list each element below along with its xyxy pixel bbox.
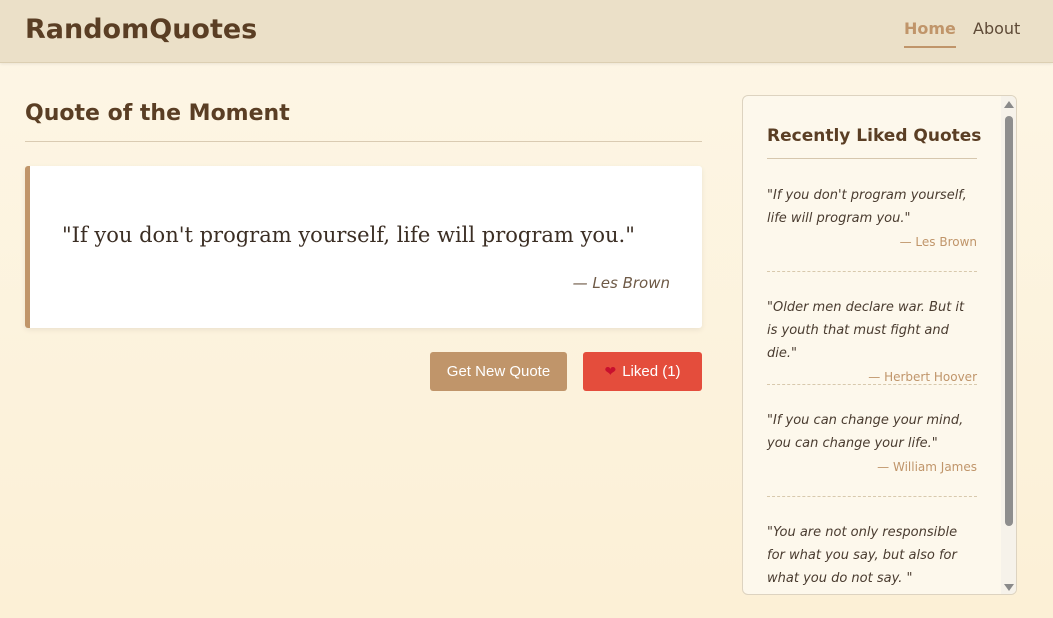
list-item: "If you can change your mind, you can ch… <box>767 409 977 474</box>
sidebar-title: Recently Liked Quotes <box>767 126 982 146</box>
liked-quote-text: "If you can change your mind, you can ch… <box>767 413 964 451</box>
get-new-quote-label: Get New Quote <box>446 363 551 380</box>
item-divider <box>767 496 977 497</box>
liked-quote-text: "You are not only responsible for what y… <box>767 525 958 586</box>
list-item: "If you don't program yourself, life wil… <box>767 184 977 249</box>
liked-quote-author: — Les Brown <box>899 235 977 249</box>
nav-about-link[interactable]: About <box>973 19 1020 38</box>
heart-icon: ❤ <box>604 363 617 379</box>
scroll-down-arrow-icon[interactable] <box>1004 584 1014 591</box>
title-divider <box>25 141 702 142</box>
liked-quote-author: — Herbert Hoover <box>868 370 977 384</box>
top-header: RandomQuotes Home About <box>0 0 1053 63</box>
page-title: Quote of the Moment <box>25 101 290 126</box>
liked-button[interactable]: ❤ Liked (1) <box>583 352 702 391</box>
scrollbar-thumb[interactable] <box>1005 116 1013 526</box>
liked-quote-text: "If you don't program yourself, life wil… <box>767 188 967 226</box>
quote-card: "If you don't program yourself, life wil… <box>25 166 702 328</box>
liked-quote-author: — William James <box>877 460 977 474</box>
list-item: "Older men declare war. But it is youth … <box>767 296 977 384</box>
sidebar-divider <box>767 158 977 159</box>
scroll-up-arrow-icon[interactable] <box>1004 101 1014 108</box>
liked-label: Liked (1) <box>622 363 681 380</box>
list-item: "You are not only responsible for what y… <box>767 521 977 594</box>
nav-home-link[interactable]: Home <box>904 19 956 48</box>
item-divider <box>767 271 977 272</box>
liked-quote-text: "Older men declare war. But it is youth … <box>767 300 965 361</box>
quote-author: — Les Brown <box>572 274 670 292</box>
quote-text: "If you don't program yourself, life wil… <box>62 223 635 247</box>
item-divider <box>767 384 977 385</box>
sidebar-scrollbar[interactable] <box>1001 96 1016 594</box>
site-logo[interactable]: RandomQuotes <box>25 14 257 45</box>
get-new-quote-button[interactable]: Get New Quote <box>430 352 567 391</box>
liked-quotes-sidebar[interactable]: Recently Liked Quotes "If you don't prog… <box>742 95 1017 595</box>
